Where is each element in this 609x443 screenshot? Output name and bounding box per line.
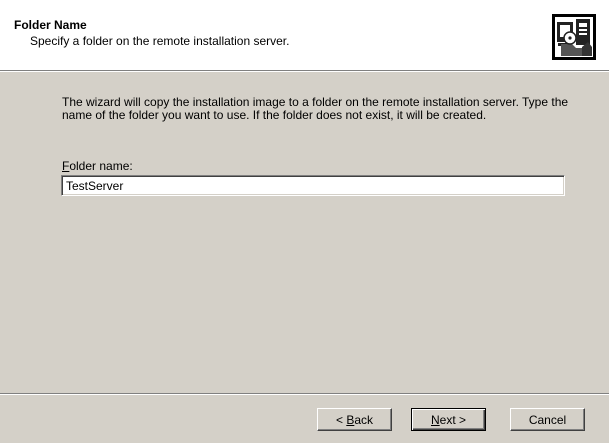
cancel-button[interactable]: Cancel [510,408,585,431]
next-button-text: ext > [439,412,467,427]
back-button-text: ack [354,412,374,427]
instructions-text: The wizard will copy the installation im… [62,95,569,122]
page-subtitle: Specify a folder on the remote installat… [30,34,290,48]
folder-name-label-text: older name: [69,159,133,173]
footer-separator [0,393,609,395]
header-separator [0,70,609,72]
folder-name-label: Folder name: [62,159,133,173]
wizard-header: Folder Name Specify a folder on the remo… [0,0,609,70]
folder-name-input[interactable]: TestServer [61,175,565,196]
page-title: Folder Name [14,18,87,32]
back-button-prefix: < [335,412,347,427]
computer-folder-icon [552,14,596,60]
next-button-accelerator: N [430,412,440,427]
back-button[interactable]: < Back [317,408,392,431]
next-button[interactable]: Next > [411,408,486,431]
